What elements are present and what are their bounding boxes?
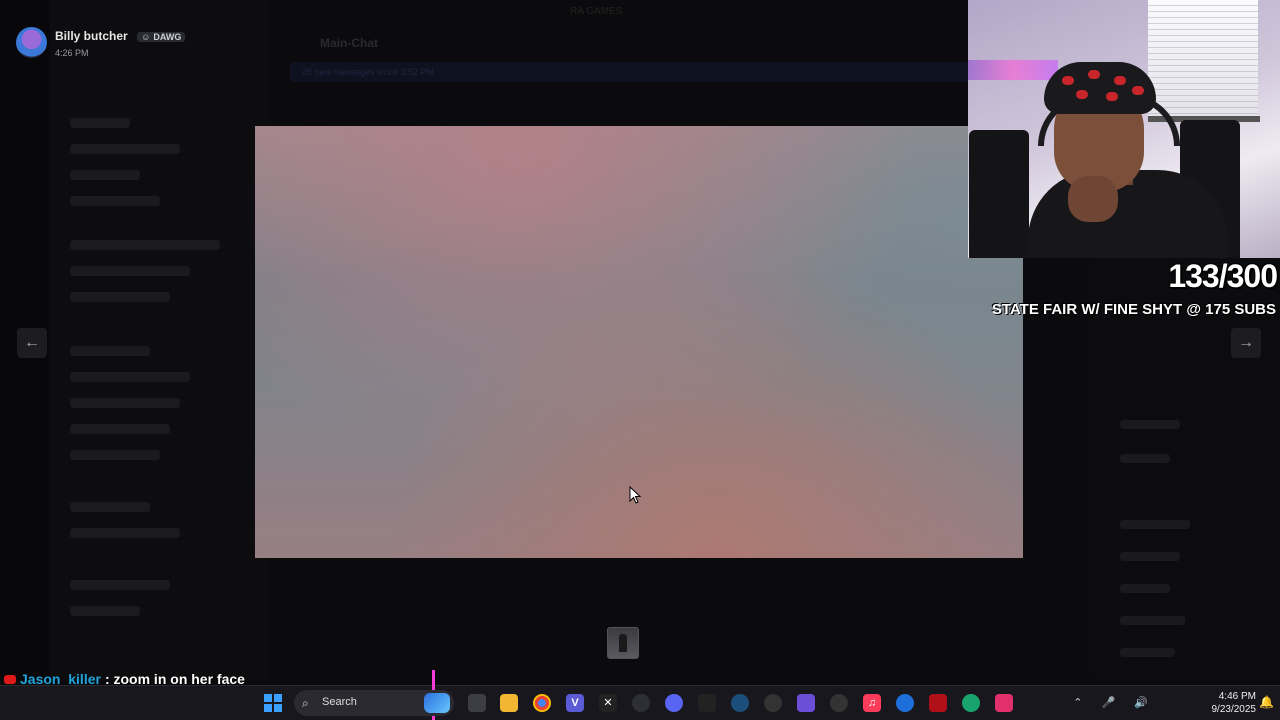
media-author: Billy butcher ☺ DAWG 4:26 PM [16, 27, 186, 58]
browser-icon[interactable] [896, 694, 914, 712]
windows-start-icon[interactable] [264, 694, 282, 712]
sub-goal-text: STATE FAIR W/ FINE SHYT @ 175 SUBS [991, 301, 1276, 318]
search-highlight-icon [424, 693, 450, 713]
webcam-feed [968, 0, 1280, 258]
search-icon: ⌕ [302, 696, 309, 710]
previous-media-button[interactable]: ← [17, 328, 47, 358]
taskbar-search[interactable]: ⌕ Search [294, 690, 454, 716]
vegas-icon[interactable]: V [566, 694, 584, 712]
chrome-icon[interactable] [533, 694, 551, 712]
channel-list [50, 0, 270, 680]
obs-icon[interactable] [632, 694, 650, 712]
app-icon[interactable] [764, 694, 782, 712]
epic-games-icon[interactable] [698, 694, 716, 712]
member-list [1090, 258, 1280, 678]
search-label: Search [322, 696, 357, 708]
app-pink-icon[interactable] [995, 694, 1013, 712]
controller-icon[interactable] [797, 694, 815, 712]
arrow-left-icon: ← [24, 334, 40, 351]
app-green-icon[interactable] [962, 694, 980, 712]
task-view-icon[interactable] [468, 694, 486, 712]
mouse-cursor-icon [629, 486, 642, 504]
server-tag[interactable]: ☺ DAWG [137, 32, 186, 42]
taskbar-clock[interactable]: 4:46 PM 9/23/2025 [1212, 690, 1257, 716]
tag-label: DAWG [153, 32, 182, 42]
avatar-icon[interactable] [16, 27, 47, 58]
file-explorer-icon[interactable] [500, 694, 518, 712]
clock-date: 9/23/2025 [1211, 704, 1257, 715]
music-icon[interactable]: ♫ [863, 694, 881, 712]
capcut-icon[interactable]: ✕ [599, 694, 617, 712]
system-tray[interactable]: ⌃ 🎤 🔊 [1073, 696, 1156, 709]
author-name[interactable]: Billy butcher [55, 29, 128, 43]
youtube-icon [4, 674, 16, 684]
settings-icon[interactable] [830, 694, 848, 712]
tag-icon: ☺ [141, 32, 151, 42]
taskbar: ⌕ Search V ✕ ♫ ⌃ 🎤 🔊 4:46 PM 9/23/2025 🔔 [0, 670, 1280, 720]
discord-icon[interactable] [665, 694, 683, 712]
notification-bell-icon[interactable]: 🔔 [1259, 695, 1274, 709]
next-media-button[interactable]: → [1231, 328, 1261, 358]
media-thumbnail[interactable] [607, 627, 639, 659]
clock-time: 4:46 PM [1218, 691, 1256, 702]
arrow-right-icon: → [1238, 334, 1254, 351]
hat-icon [1044, 62, 1156, 114]
app-red-icon[interactable] [929, 694, 947, 712]
server-name: RA GAMES [570, 6, 623, 17]
sub-goal-count: 133/300 [1168, 258, 1278, 294]
post-time: 4:26 PM [55, 48, 89, 58]
steam-icon[interactable] [731, 694, 749, 712]
channel-title: Main-Chat [320, 36, 378, 50]
new-messages-banner: 26 new messages since 3:52 PM [290, 62, 970, 82]
